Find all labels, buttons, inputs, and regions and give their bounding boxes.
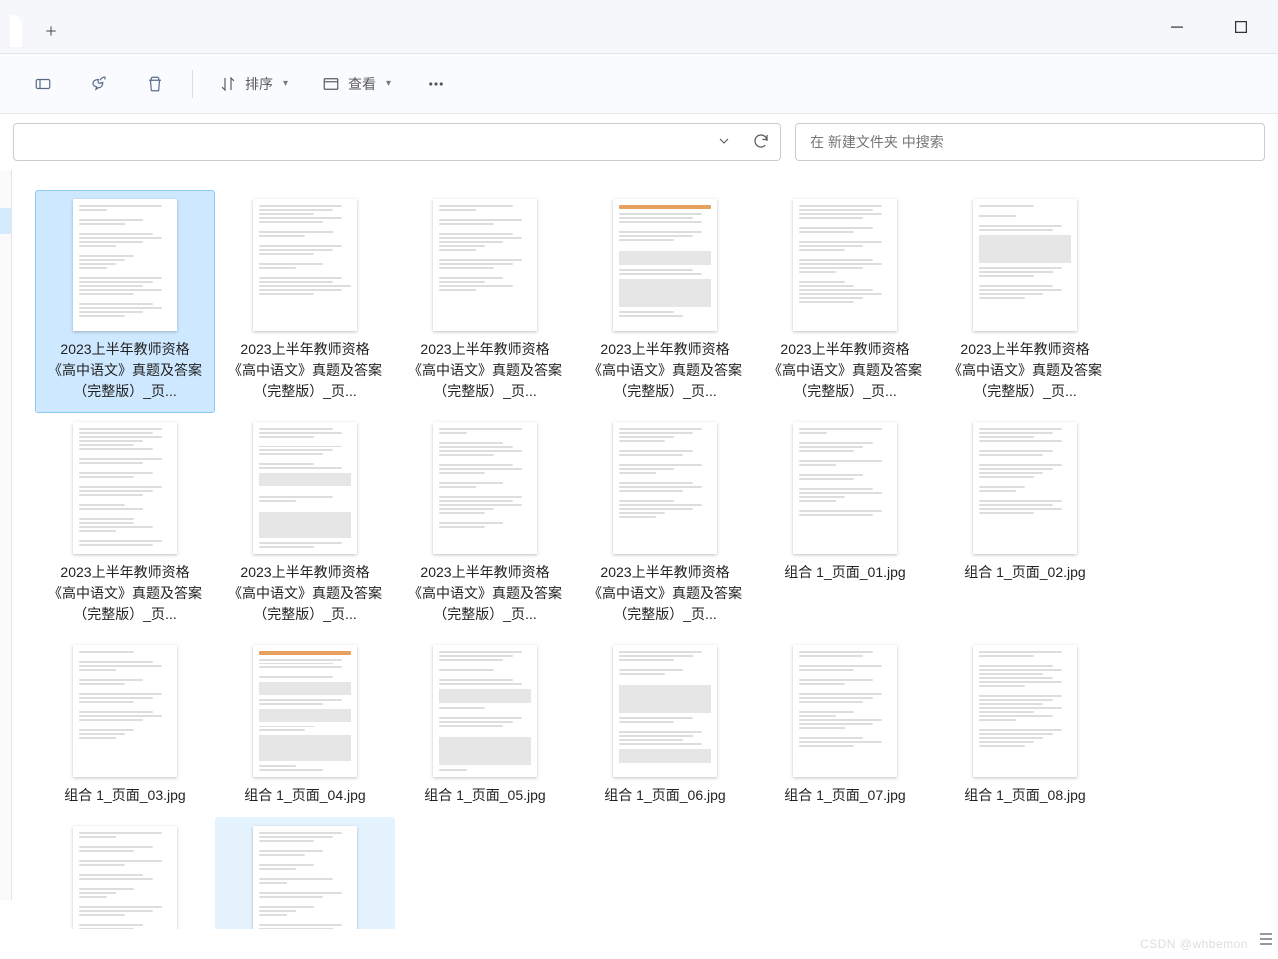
- file-item[interactable]: 组合 1_页面_02.jpg: [935, 413, 1115, 636]
- maximize-button[interactable]: [1218, 11, 1264, 43]
- file-thumbnail: [73, 422, 177, 554]
- file-name-label: 组合 1_页面_07.jpg: [764, 785, 926, 806]
- file-name-label: 2023上半年教师资格《高中语文》真题及答案（完整版）_页...: [224, 562, 386, 625]
- file-thumbnail: [973, 199, 1077, 331]
- file-item[interactable]: 2023上半年教师资格《高中语文》真题及答案（完整版）_页...: [35, 413, 215, 636]
- file-item[interactable]: 2023上半年教师资格《高中语文》真题及答案（完整版）_页...: [395, 413, 575, 636]
- chevron-down-icon: ▾: [386, 78, 391, 89]
- toolbar: 排序 ▾ 查看 ▾: [0, 54, 1278, 114]
- file-name-label: 组合 1_页面_03.jpg: [44, 785, 206, 806]
- file-name-label: 组合 1_页面_05.jpg: [404, 785, 566, 806]
- file-grid-viewport: 2023上半年教师资格《高中语文》真题及答案（完整版）_页... 2023上半年教…: [20, 170, 1270, 929]
- file-name-label: 2023上半年教师资格《高中语文》真题及答案（完整版）_页...: [224, 339, 386, 402]
- file-thumbnail: [793, 199, 897, 331]
- file-thumbnail: [613, 645, 717, 777]
- file-thumbnail: [433, 199, 537, 331]
- address-history-dropdown[interactable]: [716, 133, 732, 152]
- file-thumbnail: [613, 422, 717, 554]
- file-grid[interactable]: 2023上半年教师资格《高中语文》真题及答案（完整版）_页... 2023上半年教…: [20, 170, 1270, 929]
- title-bar: [0, 0, 1278, 54]
- file-thumbnail: [433, 422, 537, 554]
- file-thumbnail: [73, 826, 177, 929]
- new-tab-button[interactable]: [30, 15, 72, 47]
- file-name-label: 2023上半年教师资格《高中语文》真题及答案（完整版）_页...: [764, 339, 926, 402]
- file-item[interactable]: 2023上半年教师资格《高中语文》真题及答案（完整版）_页...: [395, 190, 575, 413]
- address-row: [0, 114, 1278, 170]
- refresh-button[interactable]: [752, 132, 770, 153]
- address-bar[interactable]: [13, 123, 781, 161]
- share-button[interactable]: [76, 65, 122, 103]
- file-thumbnail: [253, 826, 357, 929]
- file-name-label: 组合 1_页面_06.jpg: [584, 785, 746, 806]
- file-item[interactable]: 2023上半年教师资格《高中语文》真题及答案（完整版）_页...: [575, 190, 755, 413]
- file-thumbnail: [793, 645, 897, 777]
- file-name-label: 2023上半年教师资格《高中语文》真题及答案（完整版）_页...: [404, 339, 566, 402]
- view-button[interactable]: 查看 ▾: [310, 65, 403, 103]
- file-thumbnail: [253, 645, 357, 777]
- sort-label: 排序: [245, 74, 273, 94]
- file-item[interactable]: 组合 1_页面_03.jpg: [35, 636, 215, 817]
- file-name-label: 组合 1_页面_04.jpg: [224, 785, 386, 806]
- file-name-label: 2023上半年教师资格《高中语文》真题及答案（完整版）_页...: [944, 339, 1106, 402]
- active-tab-edge: [10, 15, 22, 47]
- file-item[interactable]: 2023上半年教师资格《高中语文》真题及答案（完整版）_页...: [215, 190, 395, 413]
- file-item[interactable]: 组合 1_页面_10.jpg: [215, 817, 395, 929]
- file-item[interactable]: 2023上半年教师资格《高中语文》真题及答案（完整版）_页...: [755, 190, 935, 413]
- file-thumbnail: [253, 422, 357, 554]
- window-controls: [1154, 11, 1264, 43]
- file-name-label: 2023上半年教师资格《高中语文》真题及答案（完整版）_页...: [584, 562, 746, 625]
- file-name-label: 组合 1_页面_01.jpg: [764, 562, 926, 583]
- nav-pane-partial: [0, 170, 12, 900]
- file-name-label: 2023上半年教师资格《高中语文》真题及答案（完整版）_页...: [404, 562, 566, 625]
- file-thumbnail: [973, 422, 1077, 554]
- file-name-label: 2023上半年教师资格《高中语文》真题及答案（完整版）_页...: [584, 339, 746, 402]
- file-name-label: 组合 1_页面_08.jpg: [944, 785, 1106, 806]
- file-item[interactable]: 2023上半年教师资格《高中语文》真题及答案（完整版）_页...: [575, 413, 755, 636]
- file-item[interactable]: 组合 1_页面_05.jpg: [395, 636, 575, 817]
- file-item[interactable]: 2023上半年教师资格《高中语文》真题及答案（完整版）_页...: [935, 190, 1115, 413]
- file-item[interactable]: 2023上半年教师资格《高中语文》真题及答案（完整版）_页...: [35, 190, 215, 413]
- file-name-label: 组合 1_页面_02.jpg: [944, 562, 1106, 583]
- view-label: 查看: [348, 74, 376, 94]
- sort-button[interactable]: 排序 ▾: [207, 65, 300, 103]
- watermark: CSDN @whbemon: [1140, 937, 1248, 951]
- file-name-label: 2023上半年教师资格《高中语文》真题及答案（完整版）_页...: [44, 339, 206, 402]
- file-thumbnail: [253, 199, 357, 331]
- rename-button[interactable]: [20, 65, 66, 103]
- file-item[interactable]: 2023上半年教师资格《高中语文》真题及答案（完整版）_页...: [215, 413, 395, 636]
- file-thumbnail: [793, 422, 897, 554]
- file-name-label: 2023上半年教师资格《高中语文》真题及答案（完整版）_页...: [44, 562, 206, 625]
- search-input[interactable]: [795, 123, 1265, 161]
- file-thumbnail: [73, 199, 177, 331]
- tab-strip: [10, 0, 72, 53]
- file-item[interactable]: 组合 1_页面_04.jpg: [215, 636, 395, 817]
- more-button[interactable]: [413, 65, 459, 103]
- file-thumbnail: [613, 199, 717, 331]
- file-item[interactable]: 组合 1_页面_01.jpg: [755, 413, 935, 636]
- file-thumbnail: [973, 645, 1077, 777]
- toolbar-divider: [192, 70, 193, 98]
- file-item[interactable]: 组合 1_页面_07.jpg: [755, 636, 935, 817]
- minimize-button[interactable]: [1154, 11, 1200, 43]
- menu-hint-icon[interactable]: [1256, 929, 1276, 949]
- file-thumbnail: [433, 645, 537, 777]
- file-thumbnail: [73, 645, 177, 777]
- delete-button[interactable]: [132, 65, 178, 103]
- nav-selected-indicator: [0, 208, 11, 234]
- file-item[interactable]: 组合 1_页面_08.jpg: [935, 636, 1115, 817]
- chevron-down-icon: ▾: [283, 78, 288, 89]
- file-item[interactable]: 组合 1_页面_09.jpg: [35, 817, 215, 929]
- file-item[interactable]: 组合 1_页面_06.jpg: [575, 636, 755, 817]
